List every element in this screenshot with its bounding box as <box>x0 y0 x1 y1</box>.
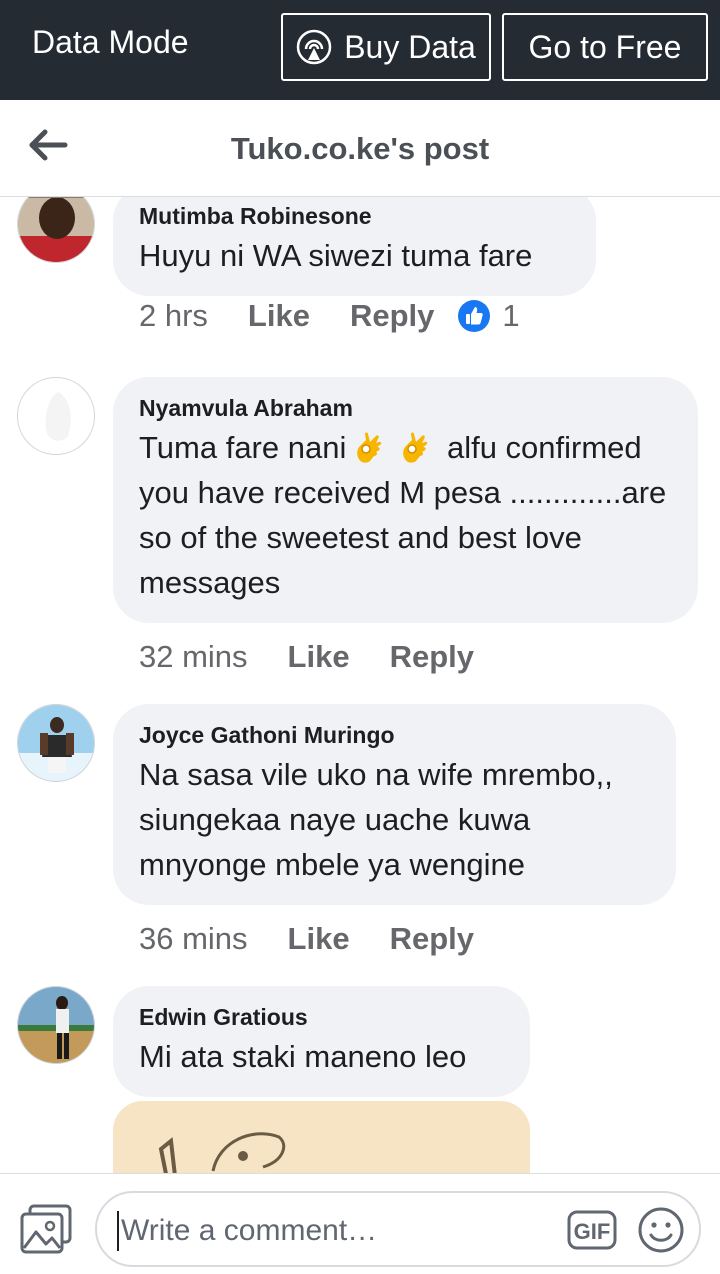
svg-text:GIF: GIF <box>574 1219 611 1244</box>
smiley-icon[interactable] <box>637 1206 685 1254</box>
commenter-name[interactable]: Joyce Gathoni Muringo <box>139 720 650 750</box>
go-to-free-label: Go to Free <box>528 28 682 65</box>
banner-title: Data Mode <box>32 24 189 60</box>
reply-button[interactable]: Reply <box>350 298 434 334</box>
avatar[interactable] <box>17 197 95 263</box>
comment-time[interactable]: 32 mins <box>139 639 248 675</box>
comment-text: Na sasa vile uko na wife mrembo,, siunge… <box>139 757 613 882</box>
thumbs-up-icon[interactable] <box>458 300 491 332</box>
comment-bubble: Mutimba Robinesone Huyu ni WA siwezi tum… <box>113 197 596 296</box>
comment-text: Tuma fare nani alfu confirmed you have r… <box>139 425 672 605</box>
comment-time[interactable]: 2 hrs <box>139 298 208 334</box>
buy-data-label: Buy Data <box>344 28 476 65</box>
comment-bubble: Nyamvula Abraham Tuma fare nani alfu con… <box>113 377 698 623</box>
comment-actions: 36 mins Like Reply <box>139 921 514 957</box>
avatar[interactable] <box>17 377 95 455</box>
avatar-photo <box>18 378 94 454</box>
reaction-count[interactable]: 1 <box>502 298 519 334</box>
comment-bubble: Joyce Gathoni Muringo Na sasa vile uko n… <box>113 704 676 905</box>
gif-icon[interactable]: GIF <box>567 1210 617 1250</box>
comment-text: Mi ata staki maneno leo <box>139 1039 467 1074</box>
avatar-photo <box>18 197 94 262</box>
avatar-photo <box>18 705 94 781</box>
ok-hand-emoji-icon <box>357 432 382 463</box>
comment-composer: GIF <box>0 1173 720 1274</box>
like-button[interactable]: Like <box>248 298 310 334</box>
avatar[interactable] <box>17 704 95 782</box>
comment-field: GIF <box>95 1191 701 1267</box>
attachment-sketch <box>113 1101 530 1174</box>
comment-text: Huyu ni WA siwezi tuma fare <box>139 238 533 273</box>
comment-actions: 2 hrs Like Reply 1 <box>139 298 520 334</box>
commenter-name[interactable]: Mutimba Robinesone <box>139 201 570 231</box>
page-title: Tuko.co.ke's post <box>230 131 490 166</box>
like-button[interactable]: Like <box>288 639 350 675</box>
post-header: Tuko.co.ke's post <box>0 100 720 197</box>
comment-time[interactable]: 36 mins <box>139 921 248 957</box>
broadcast-icon <box>296 29 332 65</box>
comment-attachment-image[interactable] <box>113 1101 530 1174</box>
comment-input[interactable] <box>117 1211 537 1251</box>
go-to-free-button[interactable]: Go to Free <box>502 13 708 81</box>
buy-data-button[interactable]: Buy Data <box>281 13 491 81</box>
reply-button[interactable]: Reply <box>390 639 474 675</box>
avatar[interactable] <box>17 986 95 1064</box>
commenter-name[interactable]: Nyamvula Abraham <box>139 393 672 423</box>
like-button[interactable]: Like <box>288 921 350 957</box>
comment-text-start: Tuma fare nani <box>139 430 347 465</box>
reply-button[interactable]: Reply <box>390 921 474 957</box>
comments-feed[interactable]: Mutimba Robinesone Huyu ni WA siwezi tum… <box>0 197 720 1174</box>
commenter-name[interactable]: Edwin Gratious <box>139 1002 504 1032</box>
data-mode-banner: Data Mode Buy Data Go to Free <box>0 0 720 100</box>
avatar-photo <box>18 987 94 1063</box>
comment-bubble: Edwin Gratious Mi ata staki maneno leo <box>113 986 530 1097</box>
photo-icon[interactable] <box>20 1204 72 1254</box>
comment-actions: 32 mins Like Reply <box>139 639 514 675</box>
ok-hand-emoji-icon <box>403 432 428 463</box>
